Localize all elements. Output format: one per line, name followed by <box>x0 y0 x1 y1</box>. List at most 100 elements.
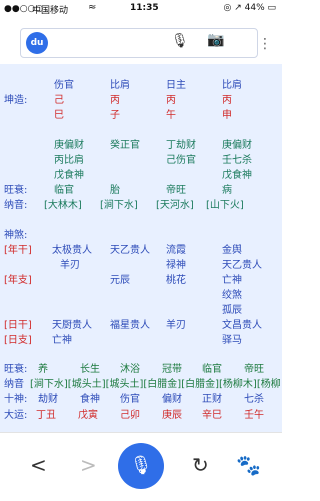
chart-cell: 临官 <box>54 185 74 196</box>
baidu-paw-icon[interactable]: 🐾 <box>236 453 261 477</box>
chart-cell: [涧下水] <box>100 200 138 211</box>
chart-row <box>0 123 282 138</box>
chart-cell: 天乙贵人 <box>110 245 150 256</box>
row-label: [日干] <box>4 320 32 331</box>
row-label: 纳音 <box>4 379 24 390</box>
chart-cell: 丙 <box>110 95 120 106</box>
chart-cell: 羊刃 <box>60 260 80 271</box>
chart-cell: 流霞 <box>166 245 186 256</box>
chart-row: 旺衰: 临官 胎 帝旺 病 <box>0 183 282 198</box>
chart-row: 巳子午申 <box>0 108 282 123</box>
chart-cell: [山下火] <box>206 200 244 211</box>
voice-search-icon[interactable]: 🎙 <box>171 33 189 49</box>
chart-cell: 帝旺 <box>244 364 264 375</box>
chart-cell: 申 <box>222 110 232 121</box>
voice-button[interactable]: 🎙 <box>118 443 164 489</box>
chart-cell: 羊刃 <box>166 320 186 331</box>
chart-cell: [涧下水][城头土][城头土][白腊金][白腊金][杨柳木][杨柳 <box>30 379 281 390</box>
chart-cell: 福星贵人 <box>110 320 150 331</box>
chart-cell: 劫财 <box>38 394 58 405</box>
chart-cell: 辛巳 <box>202 410 222 421</box>
chart-cell: 元辰 <box>110 275 130 286</box>
chart-cell: 己伤官 <box>166 155 196 166</box>
clock: 11:35 <box>130 3 159 13</box>
chart-cell: 天乙贵人 <box>222 260 262 271</box>
chart-cell: 庚辰 <box>162 410 182 421</box>
chart-cell: 临官 <box>202 364 222 375</box>
chart-cell: 丁丑 <box>36 410 56 421</box>
row-label: 十神: <box>4 394 28 405</box>
chart-cell: 禄神 <box>166 260 186 271</box>
chart-row: 戊食神 戊食神 <box>0 168 282 183</box>
search-bar: du 🎙 📷 ⋮ <box>0 18 282 65</box>
chart-cell: 偏财 <box>162 394 182 405</box>
chart-row: 庚偏财 癸正官 丁劫财 庚偏财 <box>0 138 282 153</box>
chart-cell: 比肩 <box>222 80 242 91</box>
chart-cell: 正财 <box>202 394 222 405</box>
chart-row: [日干] 天厨贵人 福星贵人 羊刃 文昌贵人 <box>0 318 282 333</box>
chart-row: [年干] 太极贵人 天乙贵人 流霞 金舆 <box>0 243 282 258</box>
chart-row: 纳音 [涧下水][城头土][城头土][白腊金][白腊金][杨柳木][杨柳 <box>0 377 282 392</box>
row-label: 神煞: <box>4 230 28 241</box>
chart-row <box>0 348 282 363</box>
chart-cell: 己卯 <box>120 410 140 421</box>
chart-cell: 丙比肩 <box>54 155 84 166</box>
baidu-logo-icon[interactable]: du <box>26 32 48 54</box>
chart-cell: 子 <box>110 110 120 121</box>
chart-cell: 亡神 <box>52 335 72 346</box>
status-bar: ●●○○○ 中国移动 ≈ 11:35 ◎ ↗ 44% ▭ <box>0 0 282 18</box>
chart-cell: 丙 <box>222 95 232 106</box>
chart-cell: 孤辰 <box>222 305 242 316</box>
wifi-icon: ≈ <box>88 2 97 13</box>
chart-cell: 戊寅 <box>78 410 98 421</box>
row-label: 坤造: <box>4 95 28 106</box>
chart-cell: [天河水] <box>156 200 194 211</box>
chart-cell: 庚偏财 <box>54 140 84 151</box>
chart-cell: 巳 <box>54 110 64 121</box>
more-menu-icon[interactable]: ⋮ <box>258 36 272 52</box>
chart-row: 丙比肩 己伤官 壬七杀 <box>0 153 282 168</box>
chart-cell: 绞煞 <box>222 290 242 301</box>
bazi-chart-content: 伤官 比肩 日主 比肩 坤造: 己 丙 丙 丙巳 子 午 申庚偏财 癸正官 丁劫财 庚偏财 丙比肩 己伤官 壬七杀… <box>0 64 282 432</box>
chart-cell: 桃花 <box>166 275 186 286</box>
chart-cell: 七杀 <box>244 394 264 405</box>
chart-row: [日支] 亡神 驿马 <box>0 333 282 348</box>
bottom-toolbar: < > 🎙 ↻ 🐾 <box>0 432 282 501</box>
chart-cell: 丁劫财 <box>166 140 196 151</box>
back-button[interactable]: < <box>30 453 47 477</box>
chart-cell: 伤官 <box>120 394 140 405</box>
chart-cell: 丙 <box>166 95 176 106</box>
chart-row <box>0 213 282 228</box>
chart-row: 伤官 比肩 日主 比肩 <box>0 78 282 93</box>
chart-row: 坤造: 己 丙 丙 丙 <box>0 93 282 108</box>
chart-cell: 金舆 <box>222 245 242 256</box>
forward-button[interactable]: > <box>80 453 97 477</box>
chart-cell: 日主 <box>166 80 186 91</box>
chart-cell: 冠带 <box>162 364 182 375</box>
refresh-button[interactable]: ↻ <box>192 453 209 477</box>
chart-row: [年支] 元辰 桃花 亡神 <box>0 273 282 288</box>
chart-row: 孤辰 <box>0 303 282 318</box>
search-input[interactable]: du 🎙 📷 <box>20 28 258 58</box>
chart-cell: 伤官 <box>54 80 74 91</box>
row-label: 大运: <box>4 410 28 421</box>
row-label: [年干] <box>4 245 32 256</box>
chart-row: 十神: 劫财 食神 伤官 偏财 正财 七杀 <box>0 392 282 407</box>
chart-cell: 己 <box>54 95 64 106</box>
chart-cell: 太极贵人 <box>52 245 92 256</box>
chart-cell: 戊食神 <box>222 170 252 181</box>
camera-icon[interactable]: 📷 <box>207 32 224 48</box>
row-label: 旺衰: <box>4 185 28 196</box>
chart-cell: 比肩 <box>110 80 130 91</box>
chart-cell: [大林木] <box>44 200 82 211</box>
chart-cell: 午 <box>166 110 176 121</box>
chart-row: 绞煞 <box>0 288 282 303</box>
chart-cell: 养 <box>38 364 48 375</box>
chart-cell: 文昌贵人 <box>222 320 262 331</box>
row-label: 旺衰: <box>4 364 28 375</box>
chart-cell: 戊食神 <box>54 170 84 181</box>
chart-cell: 沐浴 <box>120 364 140 375</box>
chart-row: 神煞: <box>0 228 282 243</box>
chart-cell: 癸正官 <box>110 140 140 151</box>
chart-cell: 天厨贵人 <box>52 320 92 331</box>
